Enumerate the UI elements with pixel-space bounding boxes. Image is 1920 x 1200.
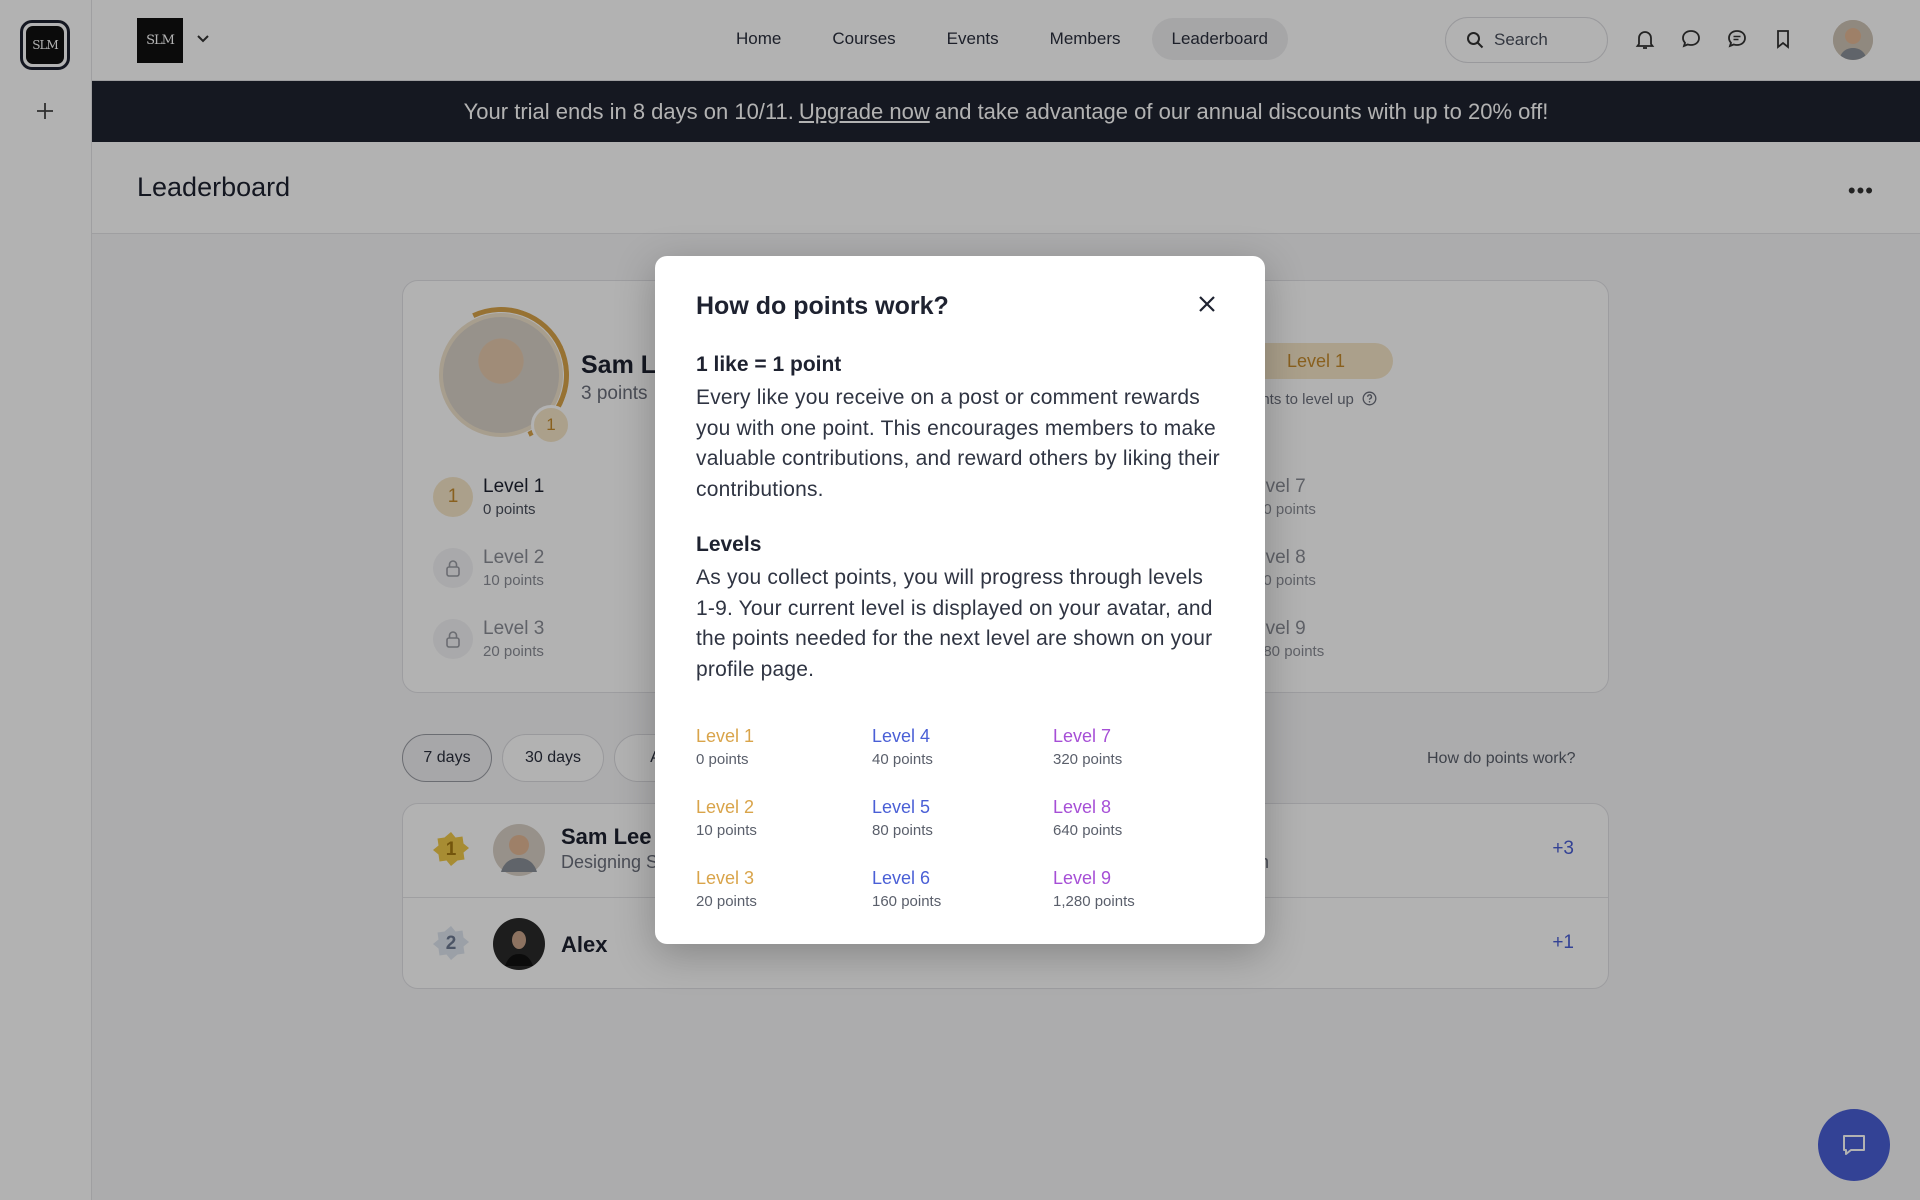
- level-entry-points: 640 points: [1053, 822, 1123, 839]
- level-entry-title: Level 2: [696, 797, 755, 817]
- level-entry: Level 9 1,280 points: [1053, 868, 1135, 910]
- close-icon[interactable]: [1195, 292, 1219, 316]
- level-entry-points: 0 points: [696, 751, 749, 768]
- level-entry: Level 6 160 points: [872, 868, 941, 910]
- level-entry: Level 8 640 points: [1053, 797, 1122, 839]
- level-entry-title: Level 5: [872, 797, 931, 817]
- level-entry-points: 80 points: [872, 822, 933, 839]
- points-rule-heading: 1 like = 1 point: [696, 353, 842, 376]
- level-entry-points: 320 points: [1053, 751, 1123, 768]
- level-entry: Level 1 0 points: [696, 726, 754, 768]
- level-entry: Level 5 80 points: [872, 797, 933, 839]
- level-entry-points: 160 points: [872, 893, 942, 910]
- points-info-modal: How do points work? 1 like = 1 point Eve…: [655, 256, 1265, 944]
- level-entry-points: 40 points: [872, 751, 933, 768]
- level-entry-title: Level 4: [872, 726, 931, 746]
- level-entry-title: Level 7: [1053, 726, 1112, 746]
- level-entry: Level 2 10 points: [696, 797, 757, 839]
- level-entry-points: 10 points: [696, 822, 757, 839]
- level-entry-title: Level 9: [1053, 868, 1112, 888]
- modal-body: 1 like = 1 point Every like you receive …: [696, 353, 1226, 685]
- level-entry-title: Level 1: [696, 726, 755, 746]
- level-entry: Level 4 40 points: [872, 726, 933, 768]
- points-rule-text: Every like you receive on a post or comm…: [696, 386, 1220, 501]
- levels-heading: Levels: [696, 533, 762, 556]
- modal-title: How do points work?: [696, 292, 949, 320]
- level-entry-title: Level 3: [696, 868, 755, 888]
- level-entry-points: 20 points: [696, 893, 757, 910]
- levels-text: As you collect points, you will progress…: [696, 566, 1213, 681]
- level-entry-title: Level 8: [1053, 797, 1112, 817]
- level-entry: Level 7 320 points: [1053, 726, 1122, 768]
- level-entry-points: 1,280 points: [1053, 893, 1135, 910]
- level-entry: Level 3 20 points: [696, 868, 757, 910]
- level-entry-title: Level 6: [872, 868, 931, 888]
